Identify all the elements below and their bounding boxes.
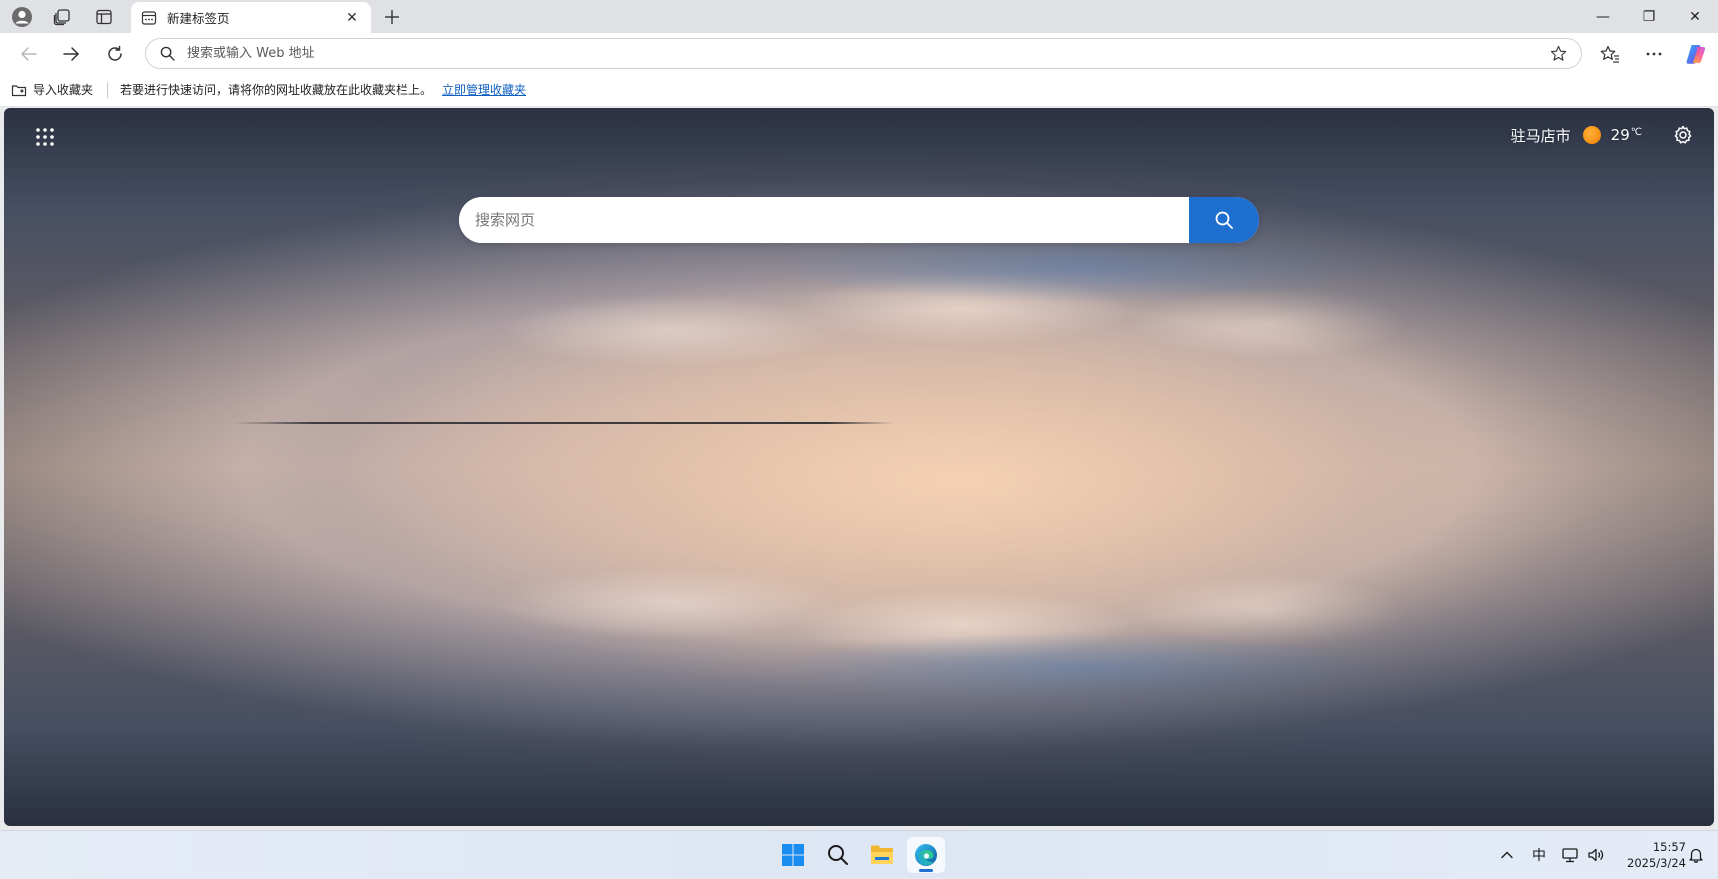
import-favorites-button[interactable]: 导入收藏夹 bbox=[11, 81, 93, 98]
edge-browser-icon bbox=[915, 844, 937, 866]
tab-actions-button[interactable] bbox=[91, 4, 117, 30]
copilot-button[interactable] bbox=[1681, 39, 1711, 69]
forward-button[interactable] bbox=[56, 39, 86, 69]
profile-icon bbox=[12, 7, 32, 27]
taskbar-search-button[interactable] bbox=[819, 837, 857, 873]
notifications-button[interactable] bbox=[1683, 831, 1709, 879]
weather-city: 驻马店市 bbox=[1510, 126, 1571, 145]
network-ethernet-icon bbox=[1562, 848, 1578, 863]
arrow-right-icon bbox=[63, 47, 80, 61]
minimize-button[interactable]: — bbox=[1580, 0, 1626, 33]
gear-icon bbox=[1674, 125, 1692, 144]
web-search-submit-button[interactable] bbox=[1189, 197, 1259, 243]
temperature-unit: ℃ bbox=[1630, 126, 1642, 138]
title-bar: 新建标签页 ✕ — ❐ ✕ bbox=[0, 0, 1718, 33]
folder-icon bbox=[871, 845, 893, 864]
windows-taskbar: 中 15:57 2025/3/24 bbox=[0, 830, 1718, 878]
start-button[interactable] bbox=[774, 837, 812, 873]
search-icon bbox=[160, 46, 175, 61]
web-search-box[interactable] bbox=[459, 197, 1259, 243]
ime-indicator[interactable]: 中 bbox=[1527, 831, 1551, 879]
new-tab-page: 驻马店市 29 ℃ bbox=[4, 108, 1714, 826]
favorites-button[interactable] bbox=[1595, 39, 1625, 69]
add-favorite-star-icon[interactable] bbox=[1550, 45, 1567, 62]
active-app-indicator bbox=[919, 869, 933, 872]
chevron-up-icon bbox=[1501, 851, 1513, 859]
address-bar[interactable] bbox=[145, 38, 1582, 69]
refresh-icon bbox=[108, 45, 122, 61]
search-icon bbox=[1215, 211, 1233, 229]
bell-icon bbox=[1689, 848, 1703, 863]
manage-favorites-link[interactable]: 立即管理收藏夹 bbox=[442, 81, 526, 98]
copilot-icon bbox=[1686, 45, 1706, 64]
network-button[interactable] bbox=[1559, 831, 1581, 879]
tab-new-tab[interactable]: 新建标签页 ✕ bbox=[131, 2, 371, 33]
show-hidden-icons-button[interactable] bbox=[1497, 831, 1517, 879]
import-favorites-icon bbox=[11, 84, 27, 96]
volume-button[interactable] bbox=[1585, 831, 1607, 879]
weather-widget[interactable]: 驻马店市 29 ℃ bbox=[1511, 120, 1642, 150]
refresh-button[interactable] bbox=[100, 39, 130, 69]
favorites-bar: 导入收藏夹 若要进行快速访问，请将你的网址收藏放在此收藏夹栏上。 立即管理收藏夹 bbox=[0, 73, 1718, 107]
speaker-icon bbox=[1588, 848, 1604, 862]
clock-date: 2025/3/24 bbox=[1627, 856, 1686, 870]
app-launcher-button[interactable] bbox=[30, 122, 60, 152]
back-button[interactable] bbox=[14, 39, 44, 69]
vertical-tabs-icon bbox=[96, 9, 112, 25]
file-explorer-button[interactable] bbox=[863, 837, 901, 873]
settings-and-more-button[interactable] bbox=[1639, 39, 1669, 69]
more-horizontal-icon bbox=[1646, 52, 1662, 56]
favorites-hint-text: 若要进行快速访问，请将你的网址收藏放在此收藏夹栏上。 bbox=[120, 83, 433, 97]
navigation-toolbar bbox=[0, 33, 1718, 73]
tab-title: 新建标签页 bbox=[167, 11, 230, 26]
arrow-left-icon bbox=[20, 47, 37, 61]
app-grid-icon bbox=[36, 128, 54, 146]
weather-temperature: 29 bbox=[1610, 126, 1630, 144]
clock-time: 15:57 bbox=[1652, 840, 1686, 854]
address-input[interactable] bbox=[187, 46, 1550, 61]
new-tab-button[interactable] bbox=[380, 5, 404, 29]
favorites-divider bbox=[107, 81, 109, 98]
window-close-button[interactable]: ✕ bbox=[1672, 0, 1718, 33]
plus-icon bbox=[385, 10, 399, 24]
new-tab-page-icon bbox=[141, 10, 157, 25]
background-horizon bbox=[234, 422, 894, 424]
web-search-input[interactable] bbox=[459, 197, 1189, 243]
taskbar-clock[interactable]: 15:57 2025/3/24 bbox=[1610, 839, 1686, 871]
sunny-weather-icon bbox=[1582, 126, 1601, 144]
workspaces-icon bbox=[53, 9, 70, 26]
favorites-list-icon bbox=[1600, 45, 1619, 63]
workspaces-button[interactable] bbox=[49, 4, 75, 30]
import-favorites-label: 导入收藏夹 bbox=[33, 83, 94, 97]
edge-taskbar-button[interactable] bbox=[907, 837, 945, 873]
windows-logo-icon bbox=[782, 844, 804, 866]
page-settings-button[interactable] bbox=[1668, 120, 1698, 150]
restore-button[interactable]: ❐ bbox=[1626, 0, 1672, 33]
profile-button[interactable] bbox=[9, 4, 35, 30]
tab-close-button[interactable]: ✕ bbox=[343, 9, 361, 27]
search-icon bbox=[828, 845, 848, 865]
